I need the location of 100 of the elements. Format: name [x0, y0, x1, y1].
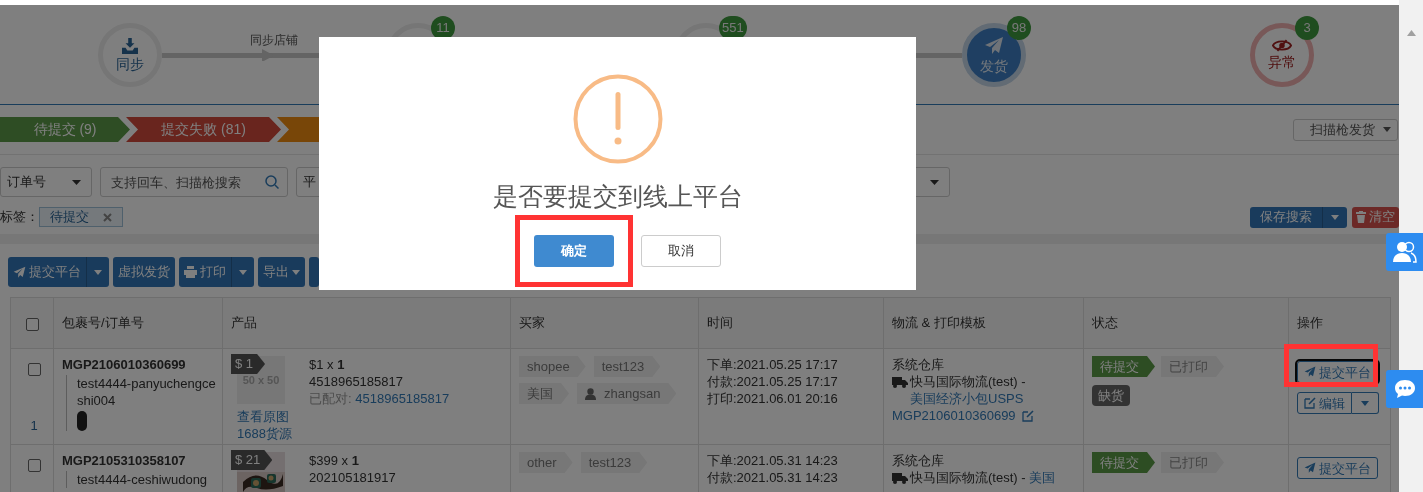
toolbar-button[interactable]: 打印 — [179, 257, 231, 287]
count-badge: 98 — [1007, 15, 1031, 40]
count-badge: 11 — [431, 15, 455, 40]
caret-icon — [72, 179, 81, 185]
checkbox[interactable] — [25, 317, 39, 331]
dropdown-toggle-button[interactable] — [1352, 392, 1379, 414]
search-field[interactable]: 支持回车、扫描枪搜索 — [100, 167, 288, 197]
checkbox[interactable] — [27, 363, 41, 377]
caret-icon — [1331, 214, 1339, 220]
price-quantity: $1 x 1 — [309, 356, 346, 373]
edit-icon — [1304, 397, 1316, 409]
count-badge: 551 — [719, 15, 747, 40]
submit-platform-button[interactable]: 提交平台 — [1297, 361, 1378, 383]
warehouse-text: 系统仓库 — [892, 452, 945, 469]
caret-icon — [239, 269, 247, 275]
carrier-text: 快马国际物流(test) - 美国经济小包USPS — [910, 373, 1027, 407]
toolbar-button[interactable]: 提交平台 — [8, 257, 86, 287]
status-tag: 缺货 — [1092, 385, 1130, 406]
product-link[interactable]: 查看原图 — [237, 408, 289, 425]
people-icon — [1392, 241, 1417, 263]
checkbox[interactable] — [27, 459, 41, 473]
count-badge: 3 — [1295, 15, 1319, 40]
caret-icon — [1383, 127, 1391, 132]
dropdown-toggle-button[interactable] — [86, 257, 109, 287]
filter-tab[interactable]: 待提交 (9) — [0, 117, 130, 142]
scan-dropdown[interactable]: 扫描枪发货 — [1293, 118, 1398, 141]
search-icon — [265, 175, 279, 189]
order-number: test4444-panyuchengceshi004 — [77, 375, 217, 409]
caret-icon — [1361, 400, 1369, 406]
column-header: 物流 & 打印模板 — [892, 315, 986, 330]
eye-slash-icon — [1272, 39, 1292, 52]
column-header: 包裹号/订单号 — [62, 315, 144, 330]
save-search-button[interactable]: 保存搜索 — [1250, 206, 1322, 228]
column-header: 状态 — [1092, 315, 1118, 330]
warning-icon — [572, 74, 663, 164]
download-icon — [121, 37, 139, 54]
package-number: MGP2106010360699 — [62, 356, 187, 373]
price-tag: $ 1 — [231, 354, 266, 374]
trash-icon — [1356, 211, 1366, 223]
package-number: MGP2105310358107 — [62, 452, 187, 469]
toolbar-button[interactable]: 虚拟发货 — [113, 257, 175, 287]
clear-button[interactable]: 清空 — [1352, 206, 1399, 228]
close-icon[interactable] — [103, 212, 112, 222]
chat-button[interactable] — [1386, 370, 1423, 408]
time-text: 下单:2021.05.25 17:17 — [707, 356, 839, 373]
toolbar-button[interactable]: 导出 — [258, 257, 305, 287]
row-number: 1 — [29, 417, 39, 434]
truck-icon — [892, 472, 908, 484]
filter-tab[interactable]: 提交失败 (81) — [126, 117, 281, 142]
warehouse-text: 系统仓库 — [892, 356, 945, 373]
paired-link[interactable]: 4518965185817 — [355, 391, 450, 406]
time-text: 下单:2021.05.31 14:23 — [707, 452, 839, 469]
select-field[interactable]: 订单号 — [0, 167, 92, 197]
confirm-button[interactable]: 确定 — [533, 235, 614, 267]
column-header: 买家 — [519, 315, 545, 330]
paper-plane-icon — [13, 265, 26, 279]
caret-icon — [94, 269, 102, 275]
edit-button[interactable]: 编辑 — [1297, 392, 1352, 414]
service-link[interactable]: 美国经济小包USPS — [910, 390, 1024, 407]
cancel-button[interactable]: 取消 — [640, 235, 721, 267]
filter-tag[interactable]: 待提交 — [39, 207, 123, 227]
product-link[interactable]: 1688货源 — [237, 425, 292, 442]
tag-filter-label: 标签： — [0, 208, 39, 226]
time-text: 付款:2021.05.25 17:17 — [707, 373, 839, 390]
caret-icon — [930, 179, 939, 185]
contacts-button[interactable] — [1386, 233, 1423, 271]
dropdown-toggle-button[interactable] — [231, 257, 254, 287]
step-label: 同步店铺 — [250, 31, 298, 49]
pill-icon — [77, 411, 87, 431]
buyer-tag: zhangsan — [577, 383, 677, 404]
user-icon — [585, 387, 596, 400]
price-tag: $ 21 — [231, 450, 273, 470]
step-circle[interactable]: 同步 — [98, 22, 162, 87]
printer-icon — [184, 266, 197, 278]
paper-plane-icon — [1304, 462, 1316, 474]
time-text: 付款:2021.05.31 14:23 — [707, 469, 839, 486]
caret-icon — [292, 269, 300, 275]
chat-icon — [1393, 379, 1416, 399]
status-tag: 待提交 — [1092, 356, 1155, 377]
column-header: 产品 — [231, 315, 257, 330]
edit-icon[interactable] — [1021, 409, 1034, 422]
carrier-text: 快马国际物流(test) - 美国 — [910, 469, 1056, 486]
status-tag: 待提交 — [1092, 452, 1155, 473]
submit-platform-button[interactable]: 提交平台 — [1297, 457, 1378, 479]
save-search-menu-button[interactable] — [1322, 206, 1347, 228]
tracking-link[interactable]: MGP2106010360699 — [892, 407, 1016, 424]
service-link[interactable]: 美国 — [1029, 469, 1056, 486]
column-header: 时间 — [707, 315, 733, 330]
price-quantity: $399 x 1 — [309, 452, 360, 469]
sku-number: 4518965185817 — [309, 373, 404, 390]
buyer-tag: 美国 — [519, 383, 569, 404]
dialog-title: 是否要提交到线上平台 — [492, 181, 743, 211]
sku-number: 202105181917 — [309, 469, 396, 486]
column-header: 操作 — [1297, 315, 1323, 330]
buyer-tag: other — [519, 452, 573, 473]
paper-plane-icon — [1304, 366, 1316, 378]
truck-icon — [892, 376, 908, 388]
scroll-up-icon[interactable] — [1406, 30, 1416, 36]
time-text: 打印:2021.06.01 20:16 — [707, 390, 839, 407]
order-number: test4444-ceshiwudong — [77, 471, 209, 488]
